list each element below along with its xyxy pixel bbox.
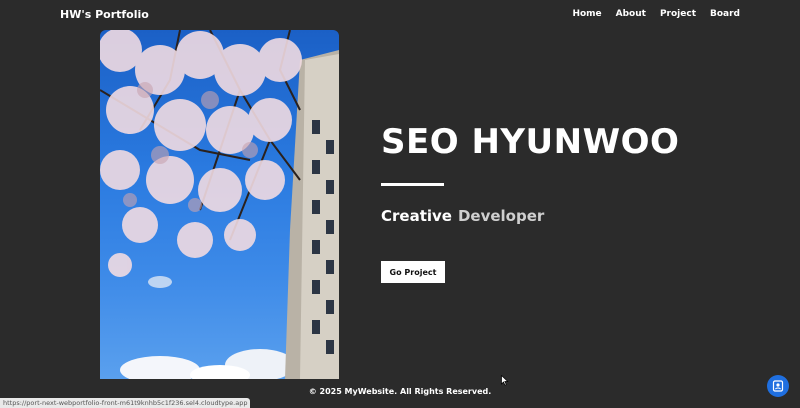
subtitle-word-creative: Creative bbox=[381, 207, 452, 225]
hero-title: SEO HYUNWOO bbox=[381, 122, 680, 162]
site-brand[interactable]: HW's Portfolio bbox=[60, 8, 149, 21]
nav-link-home[interactable]: Home bbox=[572, 9, 601, 19]
contact-fab-button[interactable] bbox=[767, 375, 789, 397]
go-project-button[interactable]: Go Project bbox=[381, 261, 445, 283]
mouse-pointer-icon bbox=[501, 375, 509, 386]
nav-link-project[interactable]: Project bbox=[660, 9, 696, 19]
contact-card-icon bbox=[772, 380, 784, 392]
hero-subtitle: Creative Developer bbox=[381, 207, 544, 225]
subtitle-word-developer: Developer bbox=[457, 207, 545, 225]
nav-link-board[interactable]: Board bbox=[710, 9, 740, 19]
footer-copyright: © 2025 MyWebsite. All Rights Reserved. bbox=[308, 387, 492, 396]
nav-link-about[interactable]: About bbox=[616, 9, 646, 19]
hero-divider bbox=[381, 183, 444, 186]
status-bar-url: https://port-next-webportfolio-front-m61… bbox=[0, 398, 251, 408]
hero-photo bbox=[100, 30, 339, 379]
nav-links: Home About Project Board bbox=[572, 9, 740, 19]
top-navbar: HW's Portfolio Home About Project Board bbox=[0, 0, 800, 28]
cherry-blossom-image bbox=[100, 30, 339, 379]
